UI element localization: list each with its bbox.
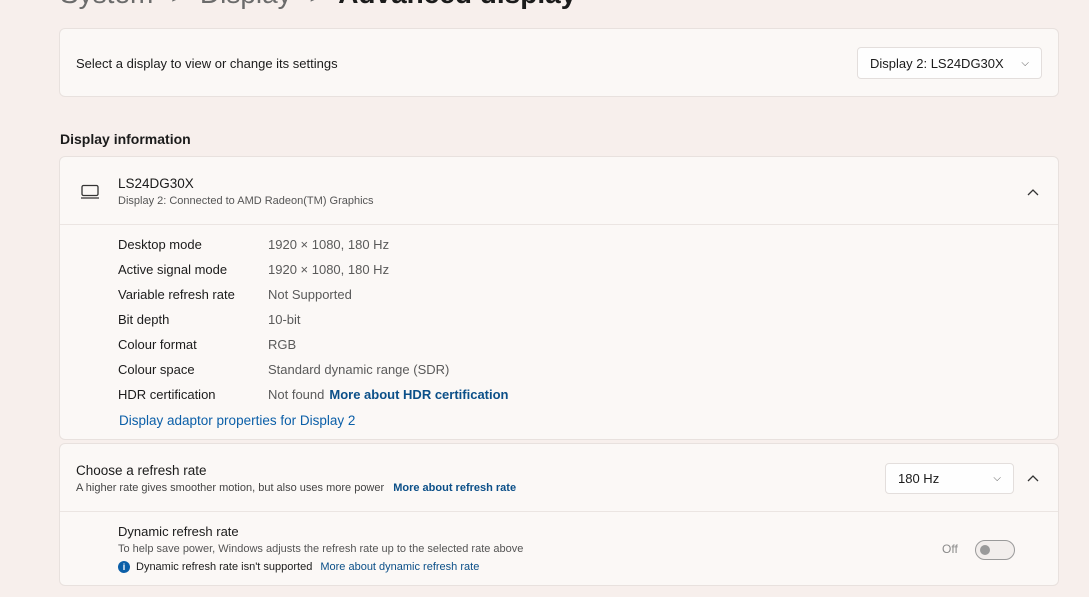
display-selector-card: Select a display to view or change its s…: [59, 28, 1059, 97]
dynamic-refresh-toggle-label: Off: [942, 542, 958, 556]
info-value: 1920 × 1080, 180 Hz: [268, 262, 390, 277]
info-key: Active signal mode: [118, 262, 228, 277]
page-title: Advanced display: [338, 0, 576, 10]
info-value: RGB: [268, 337, 297, 352]
dynamic-refresh-link[interactable]: More about dynamic refresh rate: [320, 561, 479, 573]
info-key: Desktop mode: [118, 237, 202, 252]
info-key: HDR certification: [118, 387, 216, 402]
refresh-rate-description: A higher rate gives smoother motion, but…: [76, 482, 385, 494]
refresh-rate-link[interactable]: More about refresh rate: [393, 482, 516, 494]
info-key: Bit depth: [118, 312, 170, 327]
chevron-down-icon: ⌵: [993, 473, 1001, 484]
breadcrumb-separator: >: [310, 0, 321, 8]
refresh-rate-subtitle: A higher rate gives smoother motion, but…: [76, 482, 516, 494]
info-row-colour-space: Colour space Standard dynamic range (SDR…: [118, 357, 509, 382]
display-name: LS24DG30X: [118, 176, 194, 191]
display-information-card: LS24DG30X Display 2: Connected to AMD Ra…: [59, 156, 1059, 440]
info-value: Not found: [268, 387, 325, 402]
chevron-up-icon[interactable]: [1026, 185, 1040, 199]
info-row-active-signal-mode: Active signal mode 1920 × 1080, 180 Hz: [118, 257, 509, 282]
info-value: Standard dynamic range (SDR): [268, 362, 450, 377]
refresh-rate-card: Choose a refresh rate A higher rate give…: [59, 443, 1059, 586]
dynamic-refresh-note: i Dynamic refresh rate isn't supported M…: [118, 561, 479, 573]
display-selector-label: Select a display to view or change its s…: [76, 56, 338, 71]
display-adaptor-properties-link[interactable]: Display adaptor properties for Display 2: [119, 413, 355, 428]
info-key: Colour space: [118, 362, 195, 377]
dynamic-refresh-title: Dynamic refresh rate: [118, 524, 239, 539]
display-connection-subtitle: Display 2: Connected to AMD Radeon(TM) G…: [118, 195, 374, 207]
info-row-colour-format: Colour format RGB: [118, 332, 509, 357]
chevron-down-icon: ⌵: [1021, 57, 1029, 69]
chevron-up-icon[interactable]: [1026, 471, 1040, 485]
dynamic-refresh-subtitle: To help save power, Windows adjusts the …: [118, 543, 524, 555]
display-info-rows: Desktop mode 1920 × 1080, 180 Hz Active …: [118, 232, 509, 407]
hdr-certification-link[interactable]: More about HDR certification: [329, 387, 508, 402]
refresh-rate-dropdown[interactable]: 180 Hz ⌵: [885, 463, 1014, 494]
refresh-rate-value: 180 Hz: [898, 471, 940, 486]
display-information-header[interactable]: LS24DG30X Display 2: Connected to AMD Ra…: [60, 157, 1058, 225]
monitor-icon: [81, 184, 99, 199]
info-row-desktop-mode: Desktop mode 1920 × 1080, 180 Hz: [118, 232, 509, 257]
display-select-dropdown[interactable]: Display 2: LS24DG30X ⌵: [857, 47, 1042, 79]
breadcrumb: System > Display > Advanced display: [60, 0, 576, 10]
info-value: 10-bit: [268, 312, 301, 327]
info-value: 1920 × 1080, 180 Hz: [268, 237, 390, 252]
info-key: Variable refresh rate: [118, 287, 235, 302]
info-row-bit-depth: Bit depth 10-bit: [118, 307, 509, 332]
info-row-hdr-certification: HDR certification Not found More about H…: [118, 382, 509, 407]
dynamic-refresh-toggle[interactable]: [975, 540, 1015, 560]
toggle-knob: [980, 545, 990, 555]
section-title-display-information: Display information: [60, 131, 191, 147]
breadcrumb-item-system[interactable]: System: [60, 0, 153, 10]
display-select-value: Display 2: LS24DG30X: [870, 55, 1004, 71]
info-icon: i: [118, 561, 130, 573]
refresh-rate-title: Choose a refresh rate: [76, 463, 207, 478]
info-row-variable-refresh-rate: Variable refresh rate Not Supported: [118, 282, 509, 307]
breadcrumb-item-display[interactable]: Display: [200, 0, 292, 10]
info-key: Colour format: [118, 337, 197, 352]
refresh-rate-header: Choose a refresh rate A higher rate give…: [60, 444, 1058, 512]
dynamic-refresh-note-text: Dynamic refresh rate isn't supported: [136, 561, 313, 573]
breadcrumb-separator: >: [171, 0, 182, 8]
info-value: Not Supported: [268, 287, 352, 302]
